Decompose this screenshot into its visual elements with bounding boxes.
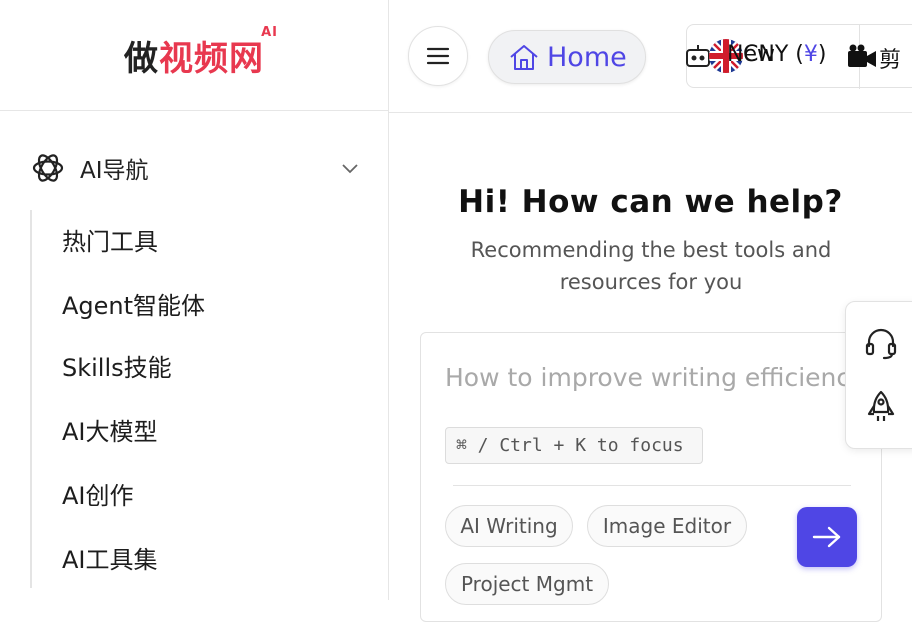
card-divider [453, 485, 851, 486]
chevron-down-icon[interactable] [340, 160, 360, 176]
nav-section-title: AI导航 [80, 158, 149, 184]
hero-title: Hi! How can we help? [458, 184, 843, 220]
nav-item-agent[interactable]: Agent智能体 [62, 286, 205, 321]
menu-icon [426, 47, 450, 65]
camera-icon[interactable] [847, 43, 877, 69]
nav-section-ai-navigation[interactable]: AI导航 [30, 148, 360, 188]
top-bar: Home New CNY (¥) 剪 [389, 0, 912, 113]
arrow-right-icon [812, 526, 841, 548]
nav-item-llm[interactable]: AI大模型 [62, 412, 158, 447]
logo-text-dark: 做 [124, 38, 159, 79]
toolbar-box: New CNY (¥) 剪 [685, 24, 912, 89]
headset-icon[interactable] [864, 326, 898, 360]
home-icon [510, 45, 538, 70]
currency-prefix: CNY ( [743, 42, 804, 67]
logo-area: 做视频网 AI [0, 0, 388, 111]
nav-item-ai-toolset[interactable]: AI工具集 [62, 540, 158, 575]
nav-item-hot-tools[interactable]: 热门工具 [62, 222, 158, 257]
home-label: Home [547, 41, 627, 73]
currency-suffix: ) [817, 42, 827, 67]
robot-icon[interactable] [685, 43, 711, 69]
chip-image-editor[interactable]: Image Editor [587, 505, 747, 547]
nav-item-skills[interactable]: Skills技能 [62, 348, 172, 383]
focus-shortcut-hint: ⌘ / Ctrl + K to focus [445, 427, 703, 464]
menu-button[interactable] [408, 26, 468, 86]
hero-subtitle: Recommending the best tools and resource… [470, 238, 832, 294]
submit-button[interactable] [797, 507, 857, 567]
home-button[interactable]: Home [488, 30, 646, 84]
nav-item-ai-creation[interactable]: AI创作 [62, 476, 134, 511]
site-logo[interactable]: 做视频网 AI [124, 25, 277, 80]
search-input[interactable] [445, 363, 855, 392]
logo-text-red: 视频网 [159, 38, 264, 79]
currency-selector[interactable]: CNY (¥) [743, 42, 826, 67]
nav-list: 热门工具 Agent智能体 Skills技能 AI大模型 AI创作 AI工具集 [30, 210, 360, 588]
search-card: ⌘ / Ctrl + K to focus AI Writing Image E… [420, 332, 882, 622]
chip-project-mgmt[interactable]: Project Mgmt [445, 563, 609, 605]
rocket-icon[interactable] [866, 390, 896, 424]
cut-label[interactable]: 剪 [879, 42, 901, 74]
floating-help-panel [845, 301, 912, 449]
logo-ai-badge: AI [261, 24, 278, 40]
currency-symbol: ¥ [803, 42, 818, 67]
sidebar: 做视频网 AI AI导航 热门工具 Agent智能体 Skills技能 AI大模… [0, 0, 389, 600]
chip-ai-writing[interactable]: AI Writing [445, 505, 573, 547]
openai-icon [32, 154, 64, 182]
